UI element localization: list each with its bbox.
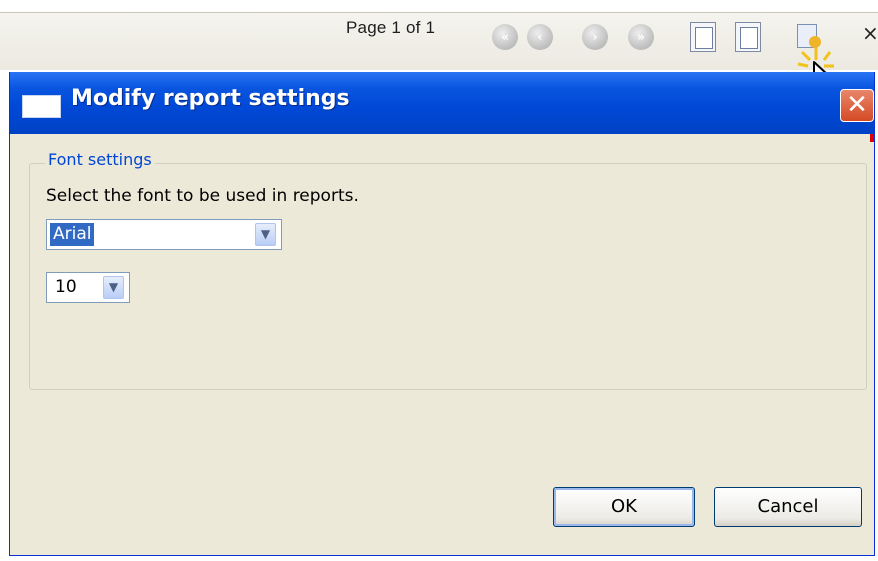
previous-page-icon[interactable]: ‹: [527, 24, 553, 50]
font-family-value: Arial: [50, 223, 95, 246]
last-page-icon[interactable]: »: [628, 24, 654, 50]
chevron-down-icon[interactable]: ▼: [103, 276, 124, 299]
dialog-title-bar[interactable]: Modify report settings ✕: [10, 72, 874, 134]
single-page-icon[interactable]: [690, 22, 716, 52]
font-settings-group-title: Font settings: [45, 150, 155, 169]
chevron-down-icon[interactable]: ▼: [255, 223, 276, 246]
font-size-dropdown[interactable]: 10 ▼: [46, 272, 130, 303]
close-button[interactable]: ✕: [840, 89, 874, 122]
first-page-icon[interactable]: «: [492, 24, 518, 50]
cancel-button[interactable]: Cancel: [714, 487, 862, 527]
report-viewer-toolbar: Page 1 of 1 « ‹ › » ×: [0, 0, 878, 70]
toolbar-close-icon[interactable]: ×: [862, 21, 878, 45]
red-edge-mark: [870, 134, 874, 142]
modify-report-settings-dialog: Modify report settings ✕ Font settings S…: [9, 72, 875, 556]
font-description-label: Select the font to be used in reports.: [46, 186, 359, 206]
next-page-icon[interactable]: ›: [582, 24, 608, 50]
page-width-icon[interactable]: [735, 22, 761, 52]
font-size-value: 10: [55, 277, 77, 297]
window-icon: [22, 95, 61, 118]
toolbar-top-edge: [0, 0, 878, 13]
ok-button[interactable]: OK: [553, 487, 695, 527]
dialog-title: Modify report settings: [71, 86, 350, 111]
font-family-dropdown[interactable]: Arial ▼: [46, 219, 282, 250]
page-indicator: Page 1 of 1: [346, 18, 436, 37]
